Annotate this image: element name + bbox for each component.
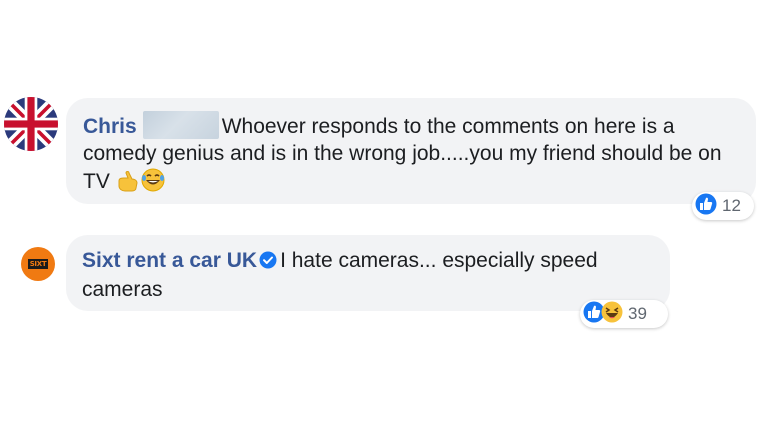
reaction-count: 39 [628,304,647,323]
comment-bubble: Chris Whoever responds to the comments on… [66,98,756,204]
reaction-summary[interactable]: 39 [580,300,668,328]
avatar-union-jack[interactable] [4,97,58,151]
sixt-logo: SIXT [27,259,49,269]
like-icon [695,193,717,220]
laughing-tears-emoji-icon [140,167,166,200]
comment-author[interactable]: Chris [83,115,137,138]
verified-badge-icon [259,249,277,276]
union-jack-flag-icon [4,97,58,151]
comment-bubble: Sixt rent a car UK I hate cameras... esp… [66,235,670,311]
haha-icon [601,301,623,328]
reaction-count: 12 [722,196,741,215]
comment-author[interactable]: Sixt rent a car UK [82,249,257,272]
redacted-surname [142,111,219,139]
avatar-sixt[interactable]: SIXT [21,247,55,281]
thumbs-up-pointing-hand-emoji-icon [116,169,140,200]
reaction-summary[interactable]: 12 [692,192,754,220]
comment-thread: Chris Whoever responds to the comments on… [0,0,760,428]
